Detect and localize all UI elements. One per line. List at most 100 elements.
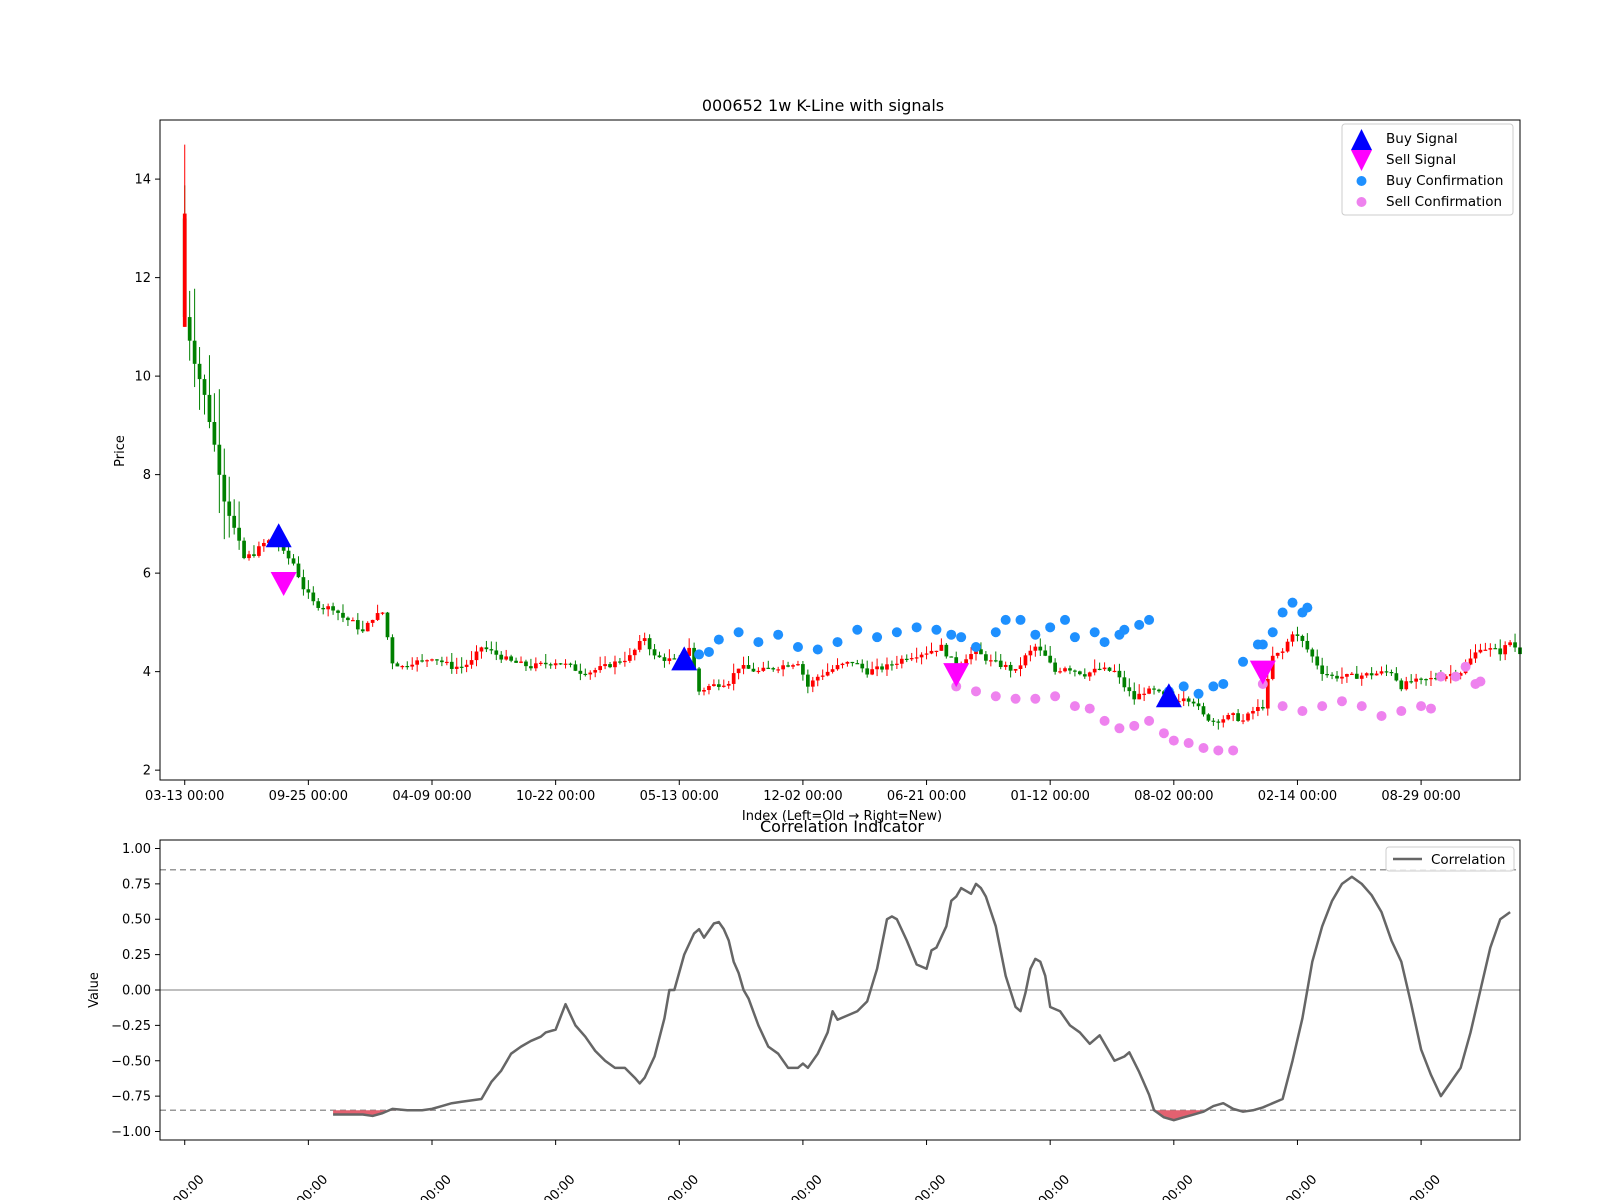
sell-confirmation-point — [1168, 735, 1179, 746]
candle-body — [1196, 703, 1201, 707]
buy-confirmation-point — [931, 624, 942, 635]
sell-confirmation-point — [1416, 701, 1427, 712]
candle-body — [766, 667, 771, 669]
candle-body — [232, 515, 237, 528]
candle-body — [257, 546, 261, 556]
sell-confirmation-point — [1129, 720, 1140, 731]
candle-body — [1102, 667, 1107, 670]
candle-body — [1478, 649, 1483, 653]
candle-body — [751, 668, 756, 672]
buy-confirmation-point — [956, 632, 967, 643]
candle-body — [895, 663, 899, 665]
candle-body — [801, 664, 805, 675]
candle-body — [534, 663, 538, 669]
candle-body — [351, 620, 355, 622]
candle-body — [568, 663, 573, 665]
correlation-y-tick-label: −0.75 — [111, 1090, 151, 1105]
candle-body — [929, 650, 934, 654]
candle-body — [1429, 677, 1433, 680]
kline-x-tick-label: 02-14 00:00 — [1258, 789, 1337, 804]
candle-body — [1483, 649, 1488, 651]
candle-body — [726, 683, 731, 686]
candle-body — [934, 650, 939, 653]
candle-body — [1082, 674, 1087, 677]
sell-confirmation-point — [1297, 706, 1308, 717]
candle-body — [672, 658, 677, 660]
candle-body — [301, 577, 306, 590]
candle-body — [1508, 642, 1512, 646]
candle-body — [464, 664, 469, 667]
candle-body — [998, 660, 1003, 667]
candle-body — [919, 654, 924, 658]
candle-body — [1300, 635, 1305, 641]
candle-body — [459, 666, 464, 668]
buy-confirmation-point — [1119, 624, 1130, 635]
candle-body — [885, 664, 889, 670]
candle-body — [1087, 672, 1092, 677]
candle-body — [667, 658, 672, 661]
candle-body — [583, 673, 588, 676]
candle-body — [316, 601, 321, 608]
kline-legend: Buy Signal Sell Signal Buy Confirmation … — [1341, 123, 1514, 216]
buy-confirmation-point — [832, 637, 843, 648]
candle-body — [365, 622, 370, 632]
sell-confirmation-point — [1158, 728, 1169, 739]
candle-body — [969, 654, 973, 660]
candle-body — [479, 647, 484, 652]
buy-confirmation-point — [1208, 681, 1219, 692]
candle-body — [1058, 671, 1062, 673]
candle-body — [1256, 707, 1260, 711]
candle-body — [845, 661, 850, 664]
candle-body — [212, 422, 217, 445]
sell-confirmation-point — [1356, 701, 1367, 712]
candle-body — [519, 661, 523, 663]
candle-body — [514, 660, 518, 663]
candle-body — [791, 665, 795, 667]
sell-confirmation-point — [1277, 701, 1288, 712]
candle-body — [815, 676, 820, 681]
candle-body — [988, 660, 993, 662]
legend-sell-confirmation-marker — [1356, 197, 1367, 207]
candle-body — [1068, 668, 1072, 671]
candle-body — [435, 659, 439, 661]
candle-body — [1226, 714, 1231, 720]
legend-sell-confirmation-label: Sell Confirmation — [1386, 194, 1502, 210]
buy-confirmation-point — [1030, 629, 1041, 640]
candle-body — [1330, 674, 1334, 676]
sell-confirmation-point — [1050, 691, 1061, 702]
candle-body — [553, 663, 558, 666]
kline-title: 000652 1w K-Line with signals — [702, 96, 944, 115]
candle-body — [227, 501, 232, 516]
correlation-y-tick-label: −0.25 — [111, 1019, 151, 1034]
candle-body — [1340, 676, 1344, 679]
correlation-y-tick-label: 1.00 — [122, 842, 151, 857]
candle-body — [197, 363, 202, 380]
sell-confirmation-point — [1069, 701, 1080, 712]
kline-x-tick-label: 09-25 00:00 — [269, 789, 348, 804]
candle-body — [469, 660, 474, 665]
candle-body — [637, 641, 642, 650]
candle-body — [1003, 664, 1008, 667]
kline-x-tick-label: 08-02 00:00 — [1134, 789, 1213, 804]
candle-body — [835, 665, 840, 670]
candle-body — [1073, 670, 1077, 672]
buy-confirmation-point — [1193, 688, 1204, 699]
legend-buy-signal-label: Buy Signal — [1386, 131, 1458, 147]
buy-confirmation-point — [1302, 602, 1313, 613]
candle-body — [1350, 673, 1354, 675]
candle-body — [360, 629, 365, 632]
candle-body — [548, 664, 553, 666]
buy-confirmation-point — [1134, 619, 1145, 630]
buy-confirmation-point — [703, 646, 714, 657]
buy-confirmation-point — [694, 649, 705, 660]
candle-body — [346, 617, 350, 621]
candle-body — [207, 394, 212, 423]
buy-confirmation-point — [733, 627, 744, 638]
candle-body — [1043, 650, 1048, 656]
candle-body — [1488, 648, 1493, 650]
sell-confirmation-point — [1396, 706, 1407, 717]
candle-body — [192, 340, 197, 364]
candle-body — [944, 644, 949, 657]
candle-body — [741, 665, 746, 669]
sell-confirmation-point — [1114, 723, 1125, 734]
